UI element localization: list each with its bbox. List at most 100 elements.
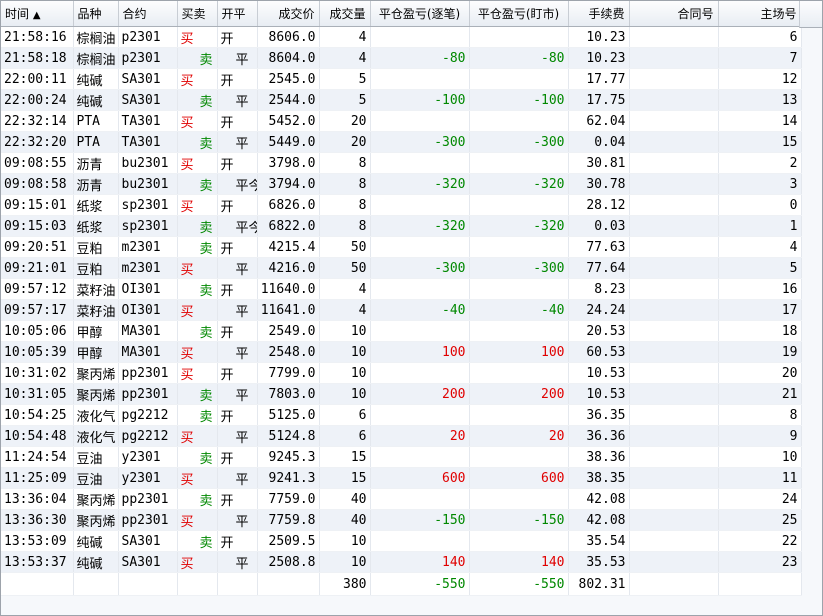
cell-fee: 0.04 [568,131,630,153]
cell-pnl-per-trade [370,320,470,342]
table-row[interactable]: 09:20:51 豆粕 m2301 卖开 4215.4 50 77.63 4 [1,236,802,258]
table-row[interactable]: 09:08:55 沥青 bu2301 买开 3798.0 8 30.81 2 [1,152,802,174]
column-header-open-close[interactable]: 开平 [217,1,258,27]
cell-volume: 15 [319,467,371,489]
table-row[interactable]: 10:54:48 液化气 pg2212 买平 5124.8 6 20 20 36.36 9 [1,425,802,447]
cell-volume: 10 [319,341,371,363]
table-row[interactable]: 13:53:37 纯碱 SA301 买平 2508.8 10 140 140 35.53 23 [1,551,802,573]
table-row[interactable]: 22:00:11 纯碱 SA301 买开 2545.0 5 17.77 12 [1,68,802,90]
cell-open-close: 平今 [217,215,258,237]
cell-volume: 4 [319,47,371,69]
cell-volume: 10 [319,362,371,384]
column-header-contract-number[interactable]: 合同号 [629,1,719,27]
table-row[interactable]: 22:00:24 纯碱 SA301 卖平 2544.0 5 -100 -100 17.75 13 [1,89,802,111]
totals-empty [1,572,74,596]
cell-contract-number [629,446,719,468]
cell-contract-number [629,530,719,552]
cell-exchange-number: 4 [718,236,802,258]
cell-fee: 77.63 [568,236,630,258]
cell-product: 纸浆 [73,215,119,237]
cell-product: 豆油 [73,467,119,489]
table-row[interactable]: 10:31:02 聚丙烯 pp2301 买开 7799.0 10 10.53 20 [1,362,802,384]
cell-product: 沥青 [73,173,119,195]
cell-pnl-per-trade [370,152,470,174]
cell-volume: 5 [319,68,371,90]
table-row[interactable]: 21:58:18 棕榈油 p2301 卖平 8604.0 4 -80 -80 10.23 7 [1,47,802,69]
table-row[interactable]: 13:36:04 聚丙烯 pp2301 卖开 7759.0 40 42.08 24 [1,488,802,510]
table-row[interactable]: 10:05:39 甲醇 MA301 买平 2548.0 10 100 100 60.53 19 [1,341,802,363]
cell-time: 09:08:55 [1,152,74,174]
cell-price: 7759.8 [257,509,320,531]
column-header-pnl-per-trade[interactable]: 平仓盈亏(逐笔) [370,1,470,27]
table-row[interactable]: 11:24:54 豆油 y2301 卖开 9245.3 15 38.36 10 [1,446,802,468]
cell-product: 聚丙烯 [73,383,119,405]
cell-exchange-number: 13 [718,89,802,111]
cell-price: 2509.5 [257,530,320,552]
cell-product: 纯碱 [73,68,119,90]
column-header-time[interactable]: 时间 ▲ [1,1,74,27]
cell-price: 6826.0 [257,194,320,216]
cell-contract-number [629,257,719,279]
column-header-price[interactable]: 成交价 [257,1,320,27]
cell-volume: 40 [319,509,371,531]
table-row[interactable]: 11:25:09 豆油 y2301 买平 9241.3 15 600 600 38.35 11 [1,467,802,489]
cell-pnl-per-trade [370,362,470,384]
cell-contract: SA301 [118,89,178,111]
cell-product: 液化气 [73,425,119,447]
table-row[interactable]: 13:36:30 聚丙烯 pp2301 买平 7759.8 40 -150 -150 42.08… [1,509,802,531]
cell-fee: 36.36 [568,425,630,447]
cell-contract: TA301 [118,110,178,132]
cell-pnl-mark-to-market [469,446,569,468]
cell-pnl-mark-to-market: -320 [469,173,569,195]
table-row[interactable]: 09:08:58沥青bu2301卖平今3794.08-320-32030.783 [1,173,802,195]
column-header-product[interactable]: 品种 [73,1,119,27]
cell-fee: 17.75 [568,89,630,111]
cell-open-close: 开 [217,68,258,90]
table-row[interactable]: 09:57:12 菜籽油 OI301 卖开 11640.0 4 8.23 16 [1,278,802,300]
cell-fee: 30.81 [568,152,630,174]
cell-price: 8606.0 [257,26,320,48]
cell-direction: 买 [177,194,218,216]
cell-fee: 62.04 [568,110,630,132]
cell-fee: 30.78 [568,173,630,195]
table-row[interactable]: 10:54:25 液化气 pg2212 卖开 5125.0 6 36.35 8 [1,404,802,426]
column-header-direction[interactable]: 买卖 [177,1,218,27]
cell-pnl-mark-to-market: 100 [469,341,569,363]
column-header-volume[interactable]: 成交量 [319,1,371,27]
column-header-fee[interactable]: 手续费 [568,1,630,27]
cell-pnl-mark-to-market: -80 [469,47,569,69]
cell-contract: SA301 [118,530,178,552]
cell-fee: 8.23 [568,278,630,300]
column-header-pnl-mark-to-market[interactable]: 平仓盈亏(盯市) [469,1,569,27]
table-row[interactable]: 10:05:06 甲醇 MA301 卖开 2549.0 10 20.53 18 [1,320,802,342]
cell-volume: 50 [319,257,371,279]
cell-open-close: 平 [217,257,258,279]
cell-direction: 卖 [177,488,218,510]
cell-direction: 买 [177,152,218,174]
cell-exchange-number: 5 [718,257,802,279]
cell-pnl-per-trade [370,68,470,90]
table-row[interactable]: 09:57:17 菜籽油 OI301 买平 11641.0 4 -40 -40 24.24 17 [1,299,802,321]
table-row[interactable]: 22:32:14 PTA TA301 买开 5452.0 20 62.04 14 [1,110,802,132]
cell-product: 豆粕 [73,236,119,258]
table-row[interactable]: 09:15:01 纸浆 sp2301 买开 6826.0 8 28.12 0 [1,194,802,216]
cell-open-close: 开 [217,446,258,468]
cell-volume: 10 [319,530,371,552]
table-row[interactable]: 09:21:01 豆粕 m2301 买平 4216.0 50 -300 -300 77.64 5 [1,257,802,279]
table-row[interactable]: 09:15:03纸浆sp2301卖平今6822.08-320-3200.031 [1,215,802,237]
cell-volume: 50 [319,236,371,258]
cell-fee: 10.23 [568,47,630,69]
cell-fee: 36.35 [568,404,630,426]
cell-time: 22:00:11 [1,68,74,90]
table-row[interactable]: 10:31:05 聚丙烯 pp2301 卖平 7803.0 10 200 200 10.53 21 [1,383,802,405]
column-header-contract[interactable]: 合约 [118,1,178,27]
table-row[interactable]: 21:58:16 棕榈油 p2301 买开 8606.0 4 10.23 6 [1,26,802,48]
cell-open-close: 开 [217,530,258,552]
table-row[interactable]: 22:32:20 PTA TA301 卖平 5449.0 20 -300 -300 0.04 15 [1,131,802,153]
cell-product: 沥青 [73,152,119,174]
cell-direction: 买 [177,362,218,384]
column-header-exchange-number[interactable]: 主场号 [718,1,802,27]
cell-direction: 卖 [177,173,218,195]
table-row[interactable]: 13:53:09 纯碱 SA301 卖开 2509.5 10 35.54 22 [1,530,802,552]
cell-exchange-number: 11 [718,467,802,489]
